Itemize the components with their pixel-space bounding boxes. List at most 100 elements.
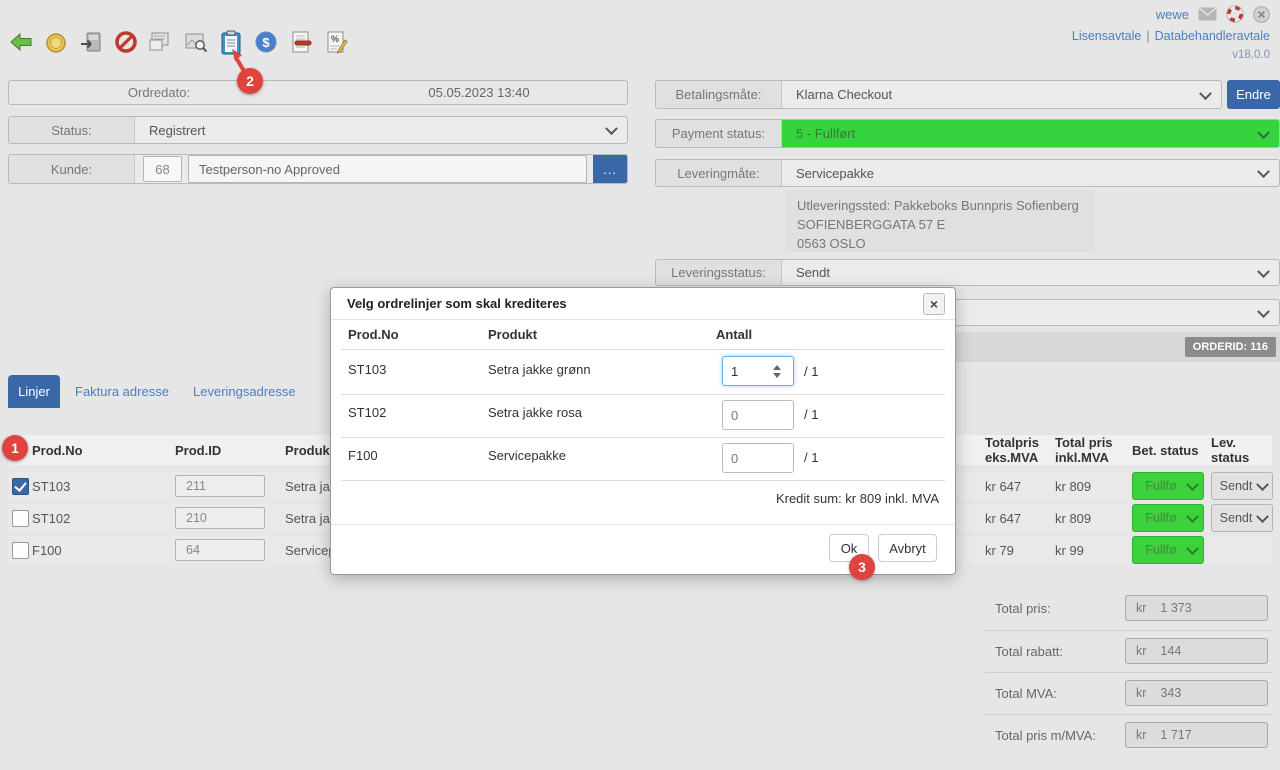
utleveringssted-line3: 0563 OSLO <box>797 234 1095 253</box>
leveringsstatus-select[interactable]: Sendt <box>782 260 1279 285</box>
credit-note-icon[interactable] <box>288 29 314 55</box>
header-lev-status: Lev. status <box>1211 435 1272 465</box>
payment-status-select-value: 5 - Fullført <box>796 126 855 141</box>
chevron-down-icon <box>1199 87 1212 100</box>
spinner-arrows-icon[interactable] <box>769 359 785 383</box>
dialog-divider <box>341 437 945 438</box>
lev-status-select[interactable]: Sendt <box>1211 472 1273 500</box>
legal-separator: | <box>1146 29 1149 43</box>
annotation-badge-2: 2 <box>237 68 263 94</box>
cell-bet-status: Fullfø <box>1132 504 1204 532</box>
checkbox-unchecked-icon[interactable] <box>12 510 29 527</box>
antall-input[interactable] <box>722 443 794 473</box>
total-rabatt-label: Total rabatt: <box>995 638 1063 664</box>
header-bet-status: Bet. status <box>1132 435 1198 465</box>
bet-status-select[interactable]: Fullfø <box>1132 504 1204 532</box>
back-icon[interactable] <box>8 29 34 55</box>
totals-divider <box>985 672 1272 673</box>
header-prod-no: Prod.No <box>32 435 83 465</box>
status-select-value: Registrert <box>149 123 205 138</box>
antall-max: / 1 <box>804 407 818 422</box>
totals-divider <box>985 714 1272 715</box>
dialog-cell-produkt: Setra jakke rosa <box>488 405 582 420</box>
svg-text:$: $ <box>262 35 270 50</box>
betalingsmate-select[interactable]: Klarna Checkout <box>782 81 1221 108</box>
orderid-badge: ORDERID: 116 <box>1185 337 1276 357</box>
tab-leveringsadresse[interactable]: Leveringsadresse <box>193 375 296 408</box>
kunde-browse-button[interactable]: ... <box>593 155 627 183</box>
tab-linjer[interactable]: Linjer <box>8 375 60 408</box>
cell-totalpris-eks: kr 647 <box>985 472 1021 500</box>
betalingsmate-select-value: Klarna Checkout <box>796 87 892 102</box>
cell-totalpris-eks: kr 79 <box>985 536 1014 564</box>
chevron-down-icon <box>1257 265 1270 278</box>
cell-prod-no: ST102 <box>32 504 70 532</box>
prod-id-box[interactable]: 210 <box>175 507 265 529</box>
total-mva-label: Total MVA: <box>995 680 1057 706</box>
username-link[interactable]: wewe <box>1156 7 1189 22</box>
row-checkbox[interactable] <box>8 472 29 500</box>
ordredato-row: Ordredato: 05.05.2023 13:40 <box>8 80 628 105</box>
dialog-cell-produkt: Setra jakke grønn <box>488 362 591 377</box>
dialog-header-antall: Antall <box>716 327 752 342</box>
leveringmate-select[interactable]: Servicepakke <box>782 160 1279 186</box>
chevron-down-icon <box>1186 510 1199 523</box>
help-lifebuoy-icon[interactable] <box>1226 5 1244 23</box>
checkbox-unchecked-icon[interactable] <box>12 542 29 559</box>
bet-status-select[interactable]: Fullfø <box>1132 536 1204 564</box>
cell-totalpris-inkl: kr 99 <box>1055 536 1084 564</box>
ordredato-value: 05.05.2023 13:40 <box>384 81 574 104</box>
dialog-footer-divider <box>331 524 955 525</box>
checkbox-checked-icon[interactable] <box>12 478 29 495</box>
lev-status-select[interactable]: Sendt <box>1211 504 1273 532</box>
dialog-cell-prod-no: ST102 <box>348 405 386 420</box>
leveringsstatus-label: Leveringsstatus: <box>656 260 782 285</box>
cell-prod-no: ST103 <box>32 472 70 500</box>
status-select[interactable]: Registrert <box>135 117 627 143</box>
total-rabatt-value: kr144 <box>1125 638 1268 664</box>
toolbar: $ % <box>8 29 349 55</box>
mail-icon[interactable] <box>1198 7 1217 21</box>
payment-status-label: Payment status: <box>656 120 782 147</box>
edit-note-icon[interactable]: % <box>323 29 349 55</box>
annotation-badge-3: 3 <box>849 554 875 580</box>
total-mva-value: kr343 <box>1125 680 1268 706</box>
lisensavtale-link[interactable]: Lisensavtale <box>1072 29 1142 43</box>
antall-input[interactable] <box>722 400 794 430</box>
kunde-id-field[interactable] <box>143 156 182 182</box>
leveringsstatus-row: Leveringsstatus: Sendt <box>655 259 1280 286</box>
avbryt-button[interactable]: Avbryt <box>878 534 937 562</box>
totals-divider <box>985 630 1272 631</box>
prod-id-box[interactable]: 211 <box>175 475 265 497</box>
kredit-sum-label: Kredit sum: kr 809 inkl. MVA <box>776 491 939 506</box>
endre-button[interactable]: Endre <box>1227 80 1280 109</box>
status-label: Status: <box>9 117 135 143</box>
payment-status-row: Payment status: 5 - Fullført <box>655 119 1280 148</box>
chevron-down-icon <box>1257 126 1270 139</box>
prod-id-box[interactable]: 64 <box>175 539 265 561</box>
preview-icon[interactable] <box>183 29 209 55</box>
tab-faktura-adresse[interactable]: Faktura adresse <box>75 375 169 408</box>
betalingsmate-row: Betalingsmåte: Klarna Checkout <box>655 80 1222 109</box>
version-label: v18.0.0 <box>1232 49 1270 61</box>
row-checkbox[interactable] <box>8 504 29 532</box>
kunde-name-field[interactable] <box>188 155 587 183</box>
cancel-icon[interactable] <box>113 29 139 55</box>
cell-totalpris-inkl: kr 809 <box>1055 472 1091 500</box>
dialog-title: Velg ordrelinjer som skal krediteres <box>347 296 923 311</box>
utleveringssted-line2: SOFIENBERGGATA 57 E <box>797 215 1095 234</box>
row-checkbox[interactable] <box>8 536 29 564</box>
header-totalpris-inkl: Total prisinkl.MVA <box>1055 435 1113 465</box>
bet-status-select[interactable]: Fullfø <box>1132 472 1204 500</box>
payment-status-select[interactable]: 5 - Fullført <box>782 120 1279 147</box>
currency-icon[interactable]: $ <box>253 29 279 55</box>
dialog-header-prod-no: Prod.No <box>348 327 399 342</box>
cell-prod-id: 64 <box>175 536 265 564</box>
print-icon[interactable] <box>148 29 174 55</box>
coin-icon[interactable] <box>43 29 69 55</box>
databehandleravtale-link[interactable]: Databehandleravtale <box>1155 29 1270 43</box>
close-session-icon[interactable] <box>1253 6 1270 23</box>
save-icon[interactable] <box>78 29 104 55</box>
close-icon[interactable]: × <box>923 293 945 315</box>
cell-prod-id: 211 <box>175 472 265 500</box>
